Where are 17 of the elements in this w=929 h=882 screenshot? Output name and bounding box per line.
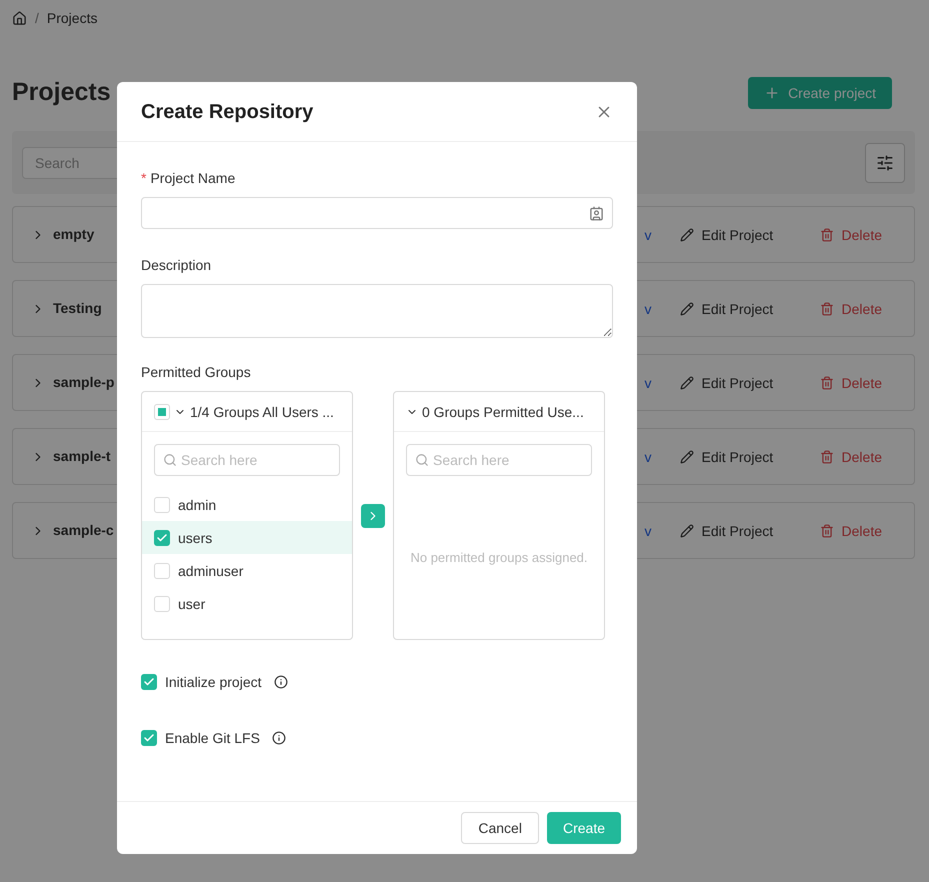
empty-message: No permitted groups assigned. bbox=[410, 548, 588, 567]
field-label: Description bbox=[141, 256, 212, 275]
project-name: sample-t bbox=[53, 447, 111, 466]
page-title: Projects bbox=[12, 77, 111, 108]
option-label: Initialize project bbox=[165, 673, 262, 692]
option-label: Enable Git LFS bbox=[165, 729, 260, 748]
field-label: Project Name bbox=[150, 169, 236, 188]
project-name: empty bbox=[53, 225, 94, 244]
list-title: 1/4 Groups All Users ... bbox=[190, 402, 334, 422]
dialog-title: Create Repository bbox=[141, 100, 314, 124]
project-name: sample-c bbox=[53, 521, 114, 540]
field-label: Permitted Groups bbox=[141, 363, 252, 382]
project-name: Testing bbox=[53, 299, 102, 318]
breadcrumb-separator: / bbox=[35, 9, 39, 28]
required-mark: * bbox=[141, 169, 146, 188]
project-name: sample-p bbox=[53, 373, 114, 392]
list-title: 0 Groups Permitted Use... bbox=[422, 402, 584, 422]
